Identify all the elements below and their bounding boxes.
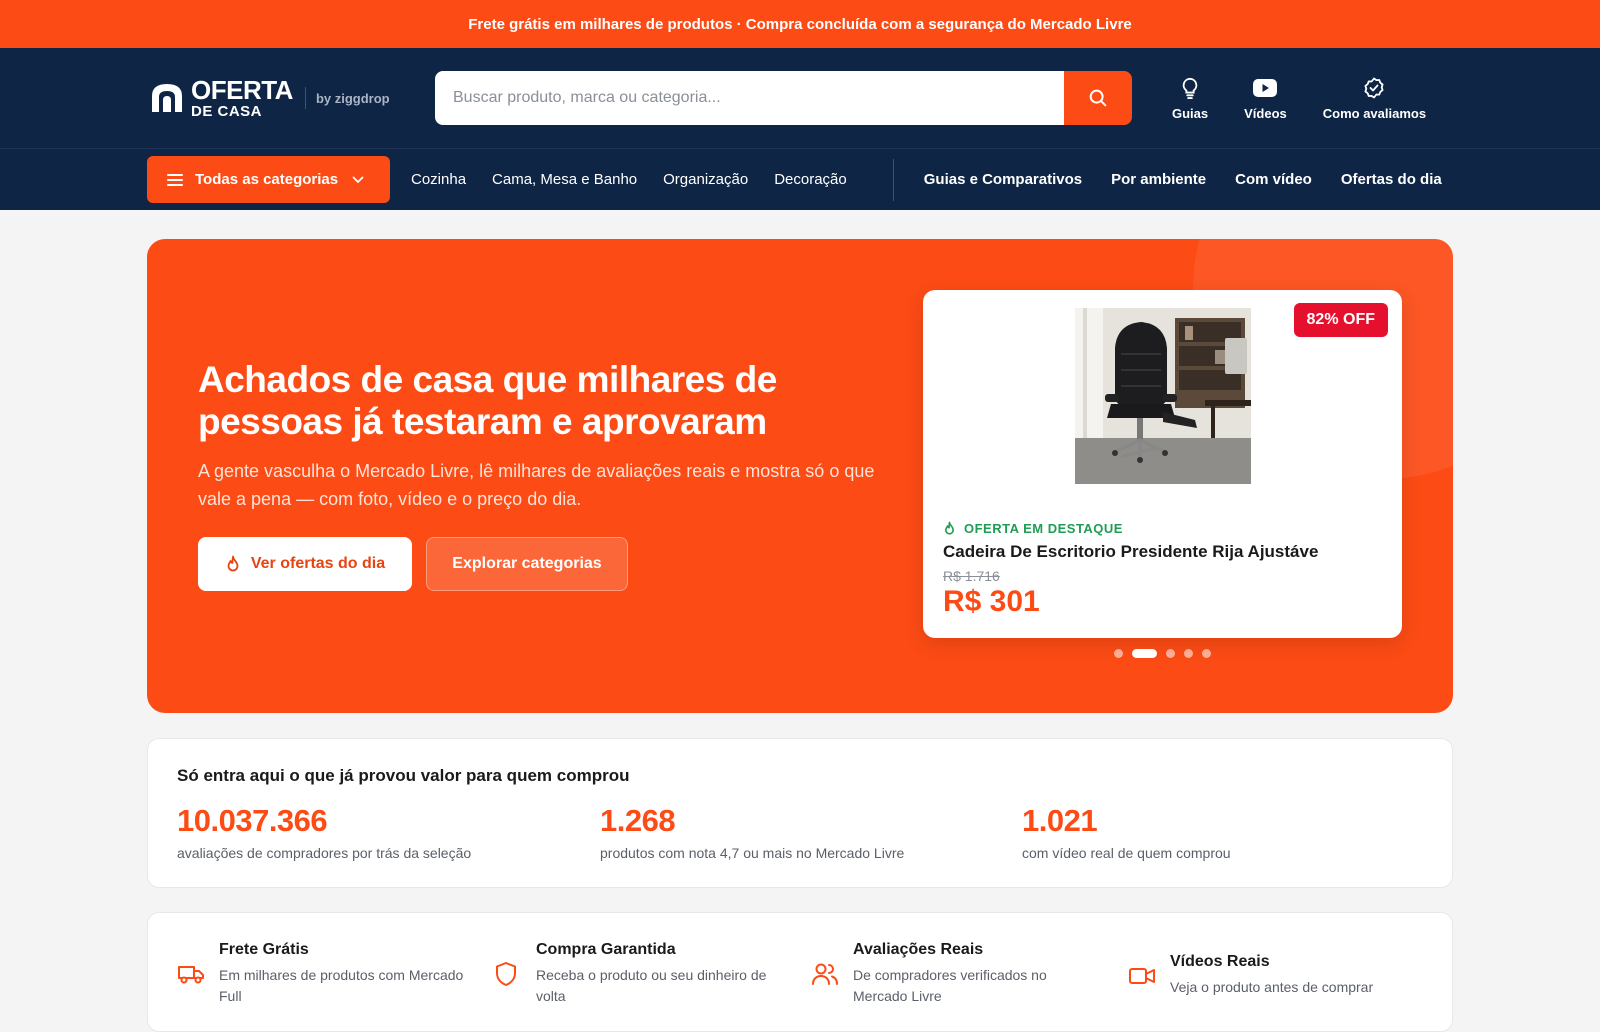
explore-categories-button[interactable]: Explorar categorias [426,537,628,591]
feature-title: Compra Garantida [536,941,676,958]
logo-byline: by ziggdrop [304,87,390,109]
lightbulb-icon [1182,77,1198,99]
hero-title: Achados de casa que milhares de pessoas … [198,359,777,442]
nav-link-organizacao[interactable]: Organização [663,171,748,188]
category-links: Cozinha Cama, Mesa e Banho Organização D… [411,171,873,188]
feature-real-videos: Vídeos Reais Veja o produto antes de com… [1128,953,1420,998]
feature-desc: Receba o produto ou seu dinheiro de volt… [536,967,767,1004]
logo-line2: DE CASA [191,103,263,120]
logo-line1: OFERTA [191,75,293,105]
header-link-videos[interactable]: Vídeos [1244,76,1287,121]
stat-value: 10.037.366 [177,803,328,838]
site-header: OFERTA DE CASA by ziggdrop Guias Vídeos … [0,48,1600,148]
featured-tag-label: OFERTA EM DESTAQUE [964,521,1123,536]
product-image [1075,308,1251,484]
current-price: R$ 301 [943,585,1040,618]
header-link-como-avaliamos[interactable]: Como avaliamos [1323,76,1426,121]
stat-label: avaliações de compradores por trás da se… [177,845,472,861]
carousel-dot[interactable] [1202,649,1211,658]
truck-icon [178,966,204,984]
nav-link-decoracao[interactable]: Decoração [774,171,847,188]
hero-banner: Achados de casa que milhares de pessoas … [147,239,1453,713]
feature-title: Frete Grátis [219,941,309,958]
feature-desc: Veja o produto antes de comprar [1170,979,1374,995]
nav-divider [892,158,894,201]
video-camera-icon [1129,967,1155,984]
header-link-label: Guias [1172,105,1209,121]
discount-badge: 82% OFF [1293,303,1388,337]
feature-title: Vídeos Reais [1170,953,1270,970]
nav-link-por-ambiente[interactable]: Por ambiente [1111,171,1206,188]
all-categories-button[interactable]: Todas as categorias [147,156,390,203]
feature-desc: De compradores verificados no Mercado Li… [853,967,1047,1004]
featured-tag: OFERTA EM DESTAQUE [943,521,1123,536]
flame-icon [945,521,954,535]
view-deals-label: Ver ofertas do dia [250,555,386,572]
nav-link-guias-comparativos[interactable]: Guias e Comparativos [924,171,1082,188]
header-links: Guias Vídeos Como avaliamos [1172,76,1426,121]
feature-free-shipping: Frete Grátis Em milhares de produtos com… [177,941,469,1007]
stat-value: 1.268 [600,803,676,838]
feature-title: Avaliações Reais [853,941,984,958]
features-panel: Frete Grátis Em milhares de produtos com… [147,912,1453,1032]
header-link-guias[interactable]: Guias [1172,76,1208,121]
stat-top-rated: 1.268 produtos com nota 4,7 ou mais no M… [600,803,904,861]
search-button[interactable] [1064,71,1132,125]
feature-real-reviews: Avaliações Reais De compradores verifica… [811,941,1103,1007]
feature-desc: Em milhares de produtos com Mercado Full [219,967,464,1004]
stat-value: 1.021 [1022,803,1098,838]
hamburger-menu-icon [167,173,183,186]
feature-guaranteed: Compra Garantida Receba o produto ou seu… [494,941,786,1007]
chevron-down-icon [352,176,364,183]
nav-link-com-video[interactable]: Com vídeo [1235,171,1312,188]
search-bar [435,71,1132,125]
featured-offer-card[interactable]: 82% OFF OFERTA EM DESTAQUE Cadeira De Es… [923,290,1402,638]
header-link-label: Vídeos [1244,105,1287,121]
all-categories-label: Todas as categorias [195,171,339,188]
stat-with-video: 1.021 com vídeo real de quem comprou [1022,803,1231,861]
flame-icon [227,555,239,572]
carousel-dots [1114,649,1220,658]
users-icon [812,963,838,985]
carousel-dot[interactable] [1114,649,1123,658]
carousel-dot[interactable] [1184,649,1193,658]
search-icon [1089,89,1107,107]
stat-label: com vídeo real de quem comprou [1022,845,1231,861]
carousel-dot[interactable] [1166,649,1175,658]
video-play-icon [1253,78,1278,97]
nav-link-cozinha[interactable]: Cozinha [411,171,466,188]
category-nav: Todas as categorias Cozinha Cama, Mesa e… [0,148,1600,210]
old-price: R$ 1.716 [943,568,1000,584]
search-input[interactable] [435,71,1064,125]
section-links: Guias e Comparativos Por ambiente Com ví… [924,171,1442,188]
product-title: Cadeira De Escritorio Presidente Rija Aj… [943,542,1319,561]
header-link-label: Como avaliamos [1322,105,1427,121]
logo[interactable]: OFERTA DE CASA by ziggdrop [147,77,435,119]
shield-icon [496,962,516,986]
view-deals-button[interactable]: Ver ofertas do dia [198,537,412,591]
stat-label: produtos com nota 4,7 ou mais no Mercado… [600,845,905,861]
hero-subtitle: A gente vasculha o Mercado Livre, lê mil… [198,461,875,509]
explore-categories-label: Explorar categorias [452,555,602,572]
carousel-dot-active[interactable] [1132,649,1157,658]
stats-panel: Só entra aqui o que já provou valor para… [147,738,1453,888]
promo-bar: Frete grátis em milhares de produtos · C… [0,0,1600,48]
stats-title: Só entra aqui o que já provou valor para… [177,766,630,785]
logo-house-icon [147,78,187,118]
nav-link-ofertas-do-dia[interactable]: Ofertas do dia [1341,171,1442,188]
promo-text: Frete grátis em milhares de produtos · C… [468,15,1132,33]
logo-wordmark: OFERTA DE CASA [191,77,293,119]
nav-link-cama-mesa-banho[interactable]: Cama, Mesa e Banho [492,171,637,188]
stat-reviews: 10.037.366 avaliações de compradores por… [177,803,471,861]
verified-badge-icon [1364,77,1384,98]
